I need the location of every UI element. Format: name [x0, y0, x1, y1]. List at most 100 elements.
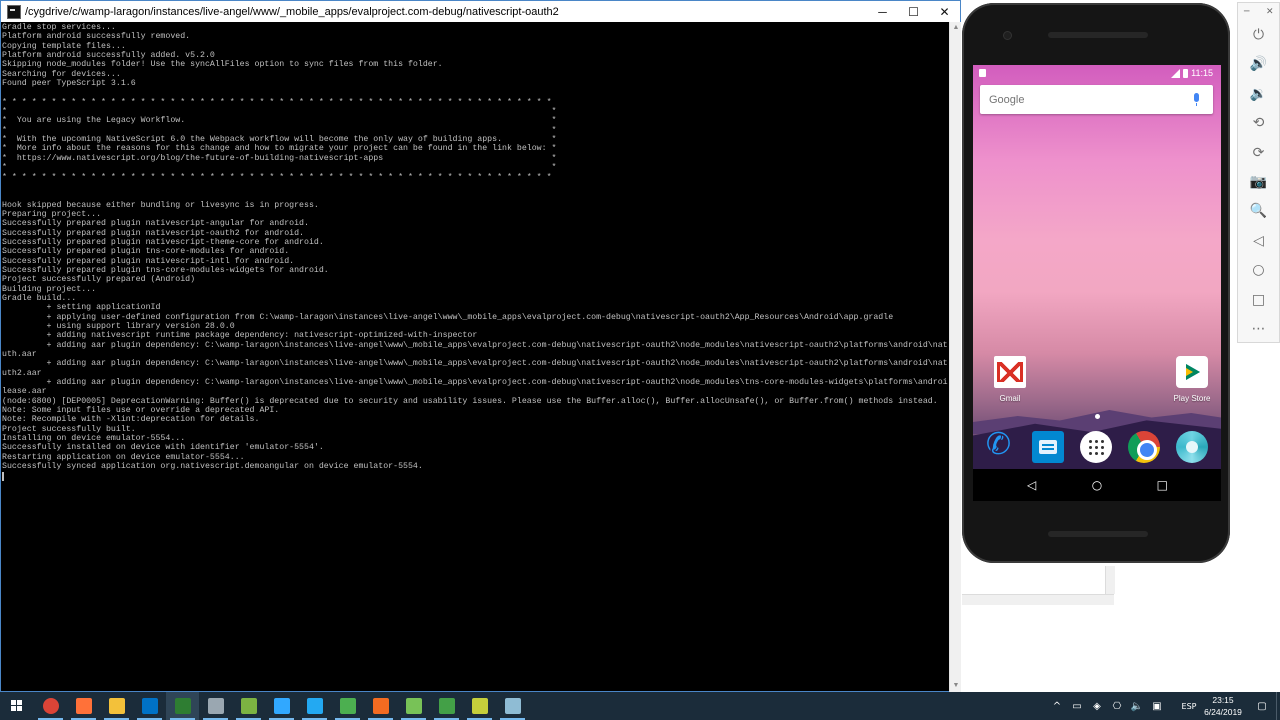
terminal-line: Skipping node_modules folder! Use the sy… — [2, 60, 443, 70]
terminal-line: Successfully prepared plugin tns-core-mo… — [2, 247, 290, 257]
chrome-app-icon[interactable] — [1128, 431, 1160, 463]
status-clock: 11:15 — [1191, 68, 1213, 78]
taskbar-date: 6/24/2019 — [1204, 707, 1242, 717]
more-icon[interactable]: ⋯ — [1238, 317, 1279, 341]
app-drawer-icon[interactable] — [1080, 431, 1112, 463]
earpiece-speaker — [1048, 32, 1148, 38]
messages-app-icon[interactable] — [1032, 431, 1064, 463]
volume-up-icon[interactable]: 🔊 — [1238, 52, 1279, 76]
front-camera — [1003, 31, 1012, 40]
terminal-line: * https://www.nativescript.org/blog/the-… — [2, 153, 557, 163]
mic-icon[interactable] — [1194, 93, 1199, 106]
vscode-icon — [306, 698, 323, 714]
terminal-line: uth2.aar — [2, 368, 42, 378]
toolbar-close-button[interactable]: ✕ — [1266, 7, 1274, 17]
terminal-line: Hook skipped because either bundling or … — [2, 200, 319, 210]
terminal-line: uth.aar — [2, 350, 37, 360]
terminal-cursor — [2, 471, 4, 481]
bottom-speaker — [1048, 531, 1148, 537]
background-window-scrollbar-vertical[interactable] — [1105, 566, 1115, 594]
terminal-scrollbar[interactable]: ▲ ▼ — [949, 22, 961, 692]
power-icon[interactable]: ⏻ — [1238, 23, 1279, 47]
notifications-icon[interactable]: ▢ — [1252, 692, 1272, 720]
play-store-app[interactable]: Play Store — [1167, 356, 1217, 403]
taskbar-firefox[interactable] — [67, 692, 100, 720]
terminal-icon — [174, 698, 191, 714]
battery-tray-icon[interactable]: ▭ — [1068, 692, 1086, 720]
camera-app-icon[interactable] — [1176, 431, 1208, 463]
battery-icon — [1183, 68, 1189, 78]
taskbar-terminal[interactable] — [166, 692, 199, 720]
nav-recents-button[interactable]: □ — [1152, 478, 1172, 492]
rotate-right-icon[interactable]: ⟳ — [1238, 141, 1279, 165]
maximize-button[interactable]: ☐ — [898, 1, 929, 22]
show-desktop-button[interactable] — [1276, 692, 1280, 720]
terminal-titlebar[interactable]: /cygdrive/c/wamp-laragon/instances/live-… — [1, 1, 960, 22]
terminal-line: Preparing project... — [2, 209, 102, 219]
app-10-icon — [339, 698, 356, 714]
terminal-line: Project successfully built. — [2, 424, 136, 434]
overview-icon[interactable]: □ — [1238, 288, 1279, 312]
terminal-line: * * * * * * * * * * * * * * * * * * * * … — [2, 97, 552, 107]
phone-app-icon[interactable] — [984, 427, 1016, 463]
gmail-app[interactable]: Gmail — [985, 356, 1035, 403]
app-6-icon — [207, 698, 224, 714]
google-search-bar[interactable]: Google — [980, 85, 1213, 114]
terminal-line: (node:6800) [DEP0005] DeprecationWarning… — [2, 396, 938, 406]
rotate-left-icon[interactable]: ⟲ — [1238, 111, 1279, 135]
taskbar-app-6[interactable] — [199, 692, 232, 720]
home-icon[interactable]: ○ — [1238, 258, 1279, 282]
minimize-button[interactable]: ─ — [867, 1, 898, 22]
home-screen[interactable]: 11:15 Google Gmail Play Store ◁ ○ □ — [973, 65, 1221, 501]
scroll-down-icon[interactable]: ▼ — [952, 682, 960, 690]
taskbar-clock[interactable]: 23:15 6/24/2019 — [1196, 694, 1250, 718]
page-indicator — [1095, 414, 1100, 419]
taskbar-app-11[interactable] — [364, 692, 397, 720]
terminal-line: * * — [2, 163, 557, 173]
taskbar-app-13[interactable] — [430, 692, 463, 720]
file-explorer-icon — [108, 698, 125, 714]
terminal-line: + setting applicationId — [2, 303, 161, 313]
play-store-icon — [1176, 356, 1208, 388]
taskbar-outlook[interactable] — [133, 692, 166, 720]
terminal-line: * With the upcoming NativeScript 6.0 the… — [2, 135, 557, 145]
chrome-icon — [42, 698, 59, 714]
app-11-icon — [372, 698, 389, 714]
taskbar-app-15[interactable] — [496, 692, 529, 720]
taskbar-app-10[interactable] — [331, 692, 364, 720]
app-14-icon — [471, 698, 488, 714]
close-button[interactable]: ✕ — [929, 1, 960, 22]
google-logo: Google — [989, 93, 1025, 106]
tray-expand-icon[interactable]: ^ — [1048, 692, 1066, 720]
terminal-line: Gradle stop services... — [2, 23, 116, 32]
screenshot-icon[interactable]: 📷 — [1238, 170, 1279, 194]
volume-icon[interactable]: 🔈 — [1128, 692, 1146, 720]
tray-network-icon[interactable]: ⎔ — [1108, 692, 1126, 720]
taskbar-vscode[interactable] — [298, 692, 331, 720]
zoom-icon[interactable]: 🔍 — [1238, 199, 1279, 223]
toolbar-minimize-button[interactable]: ─ — [1244, 7, 1249, 17]
back-icon[interactable]: ◁ — [1238, 229, 1279, 253]
terminal-line: Found peer TypeScript 3.1.6 — [2, 79, 136, 89]
background-window-scrollbar[interactable] — [962, 594, 1114, 605]
tray-app-icon[interactable]: ◈ — [1088, 692, 1106, 720]
taskbar-photoshop[interactable] — [265, 692, 298, 720]
taskbar-android-studio[interactable] — [397, 692, 430, 720]
terminal-line: Note: Some input files use or override a… — [2, 406, 280, 416]
display-icon[interactable]: ▣ — [1148, 692, 1166, 720]
scroll-up-icon[interactable]: ▲ — [952, 24, 960, 32]
taskbar-file-explorer[interactable] — [100, 692, 133, 720]
start-button[interactable] — [0, 692, 34, 720]
nav-back-button[interactable]: ◁ — [1022, 478, 1042, 492]
taskbar-chrome[interactable] — [34, 692, 67, 720]
terminal-line: Successfully prepared plugin nativescrip… — [2, 237, 324, 247]
volume-down-icon[interactable]: 🔉 — [1238, 82, 1279, 106]
terminal-line: Successfully prepared plugin tns-core-mo… — [2, 265, 329, 275]
terminal-line: Note: Recompile with -Xlint:deprecation … — [2, 415, 260, 425]
taskbar-app-7[interactable] — [232, 692, 265, 720]
nav-home-button[interactable]: ○ — [1087, 478, 1107, 492]
taskbar-app-14[interactable] — [463, 692, 496, 720]
terminal-output[interactable]: Gradle stop services... Platform android … — [2, 22, 948, 692]
